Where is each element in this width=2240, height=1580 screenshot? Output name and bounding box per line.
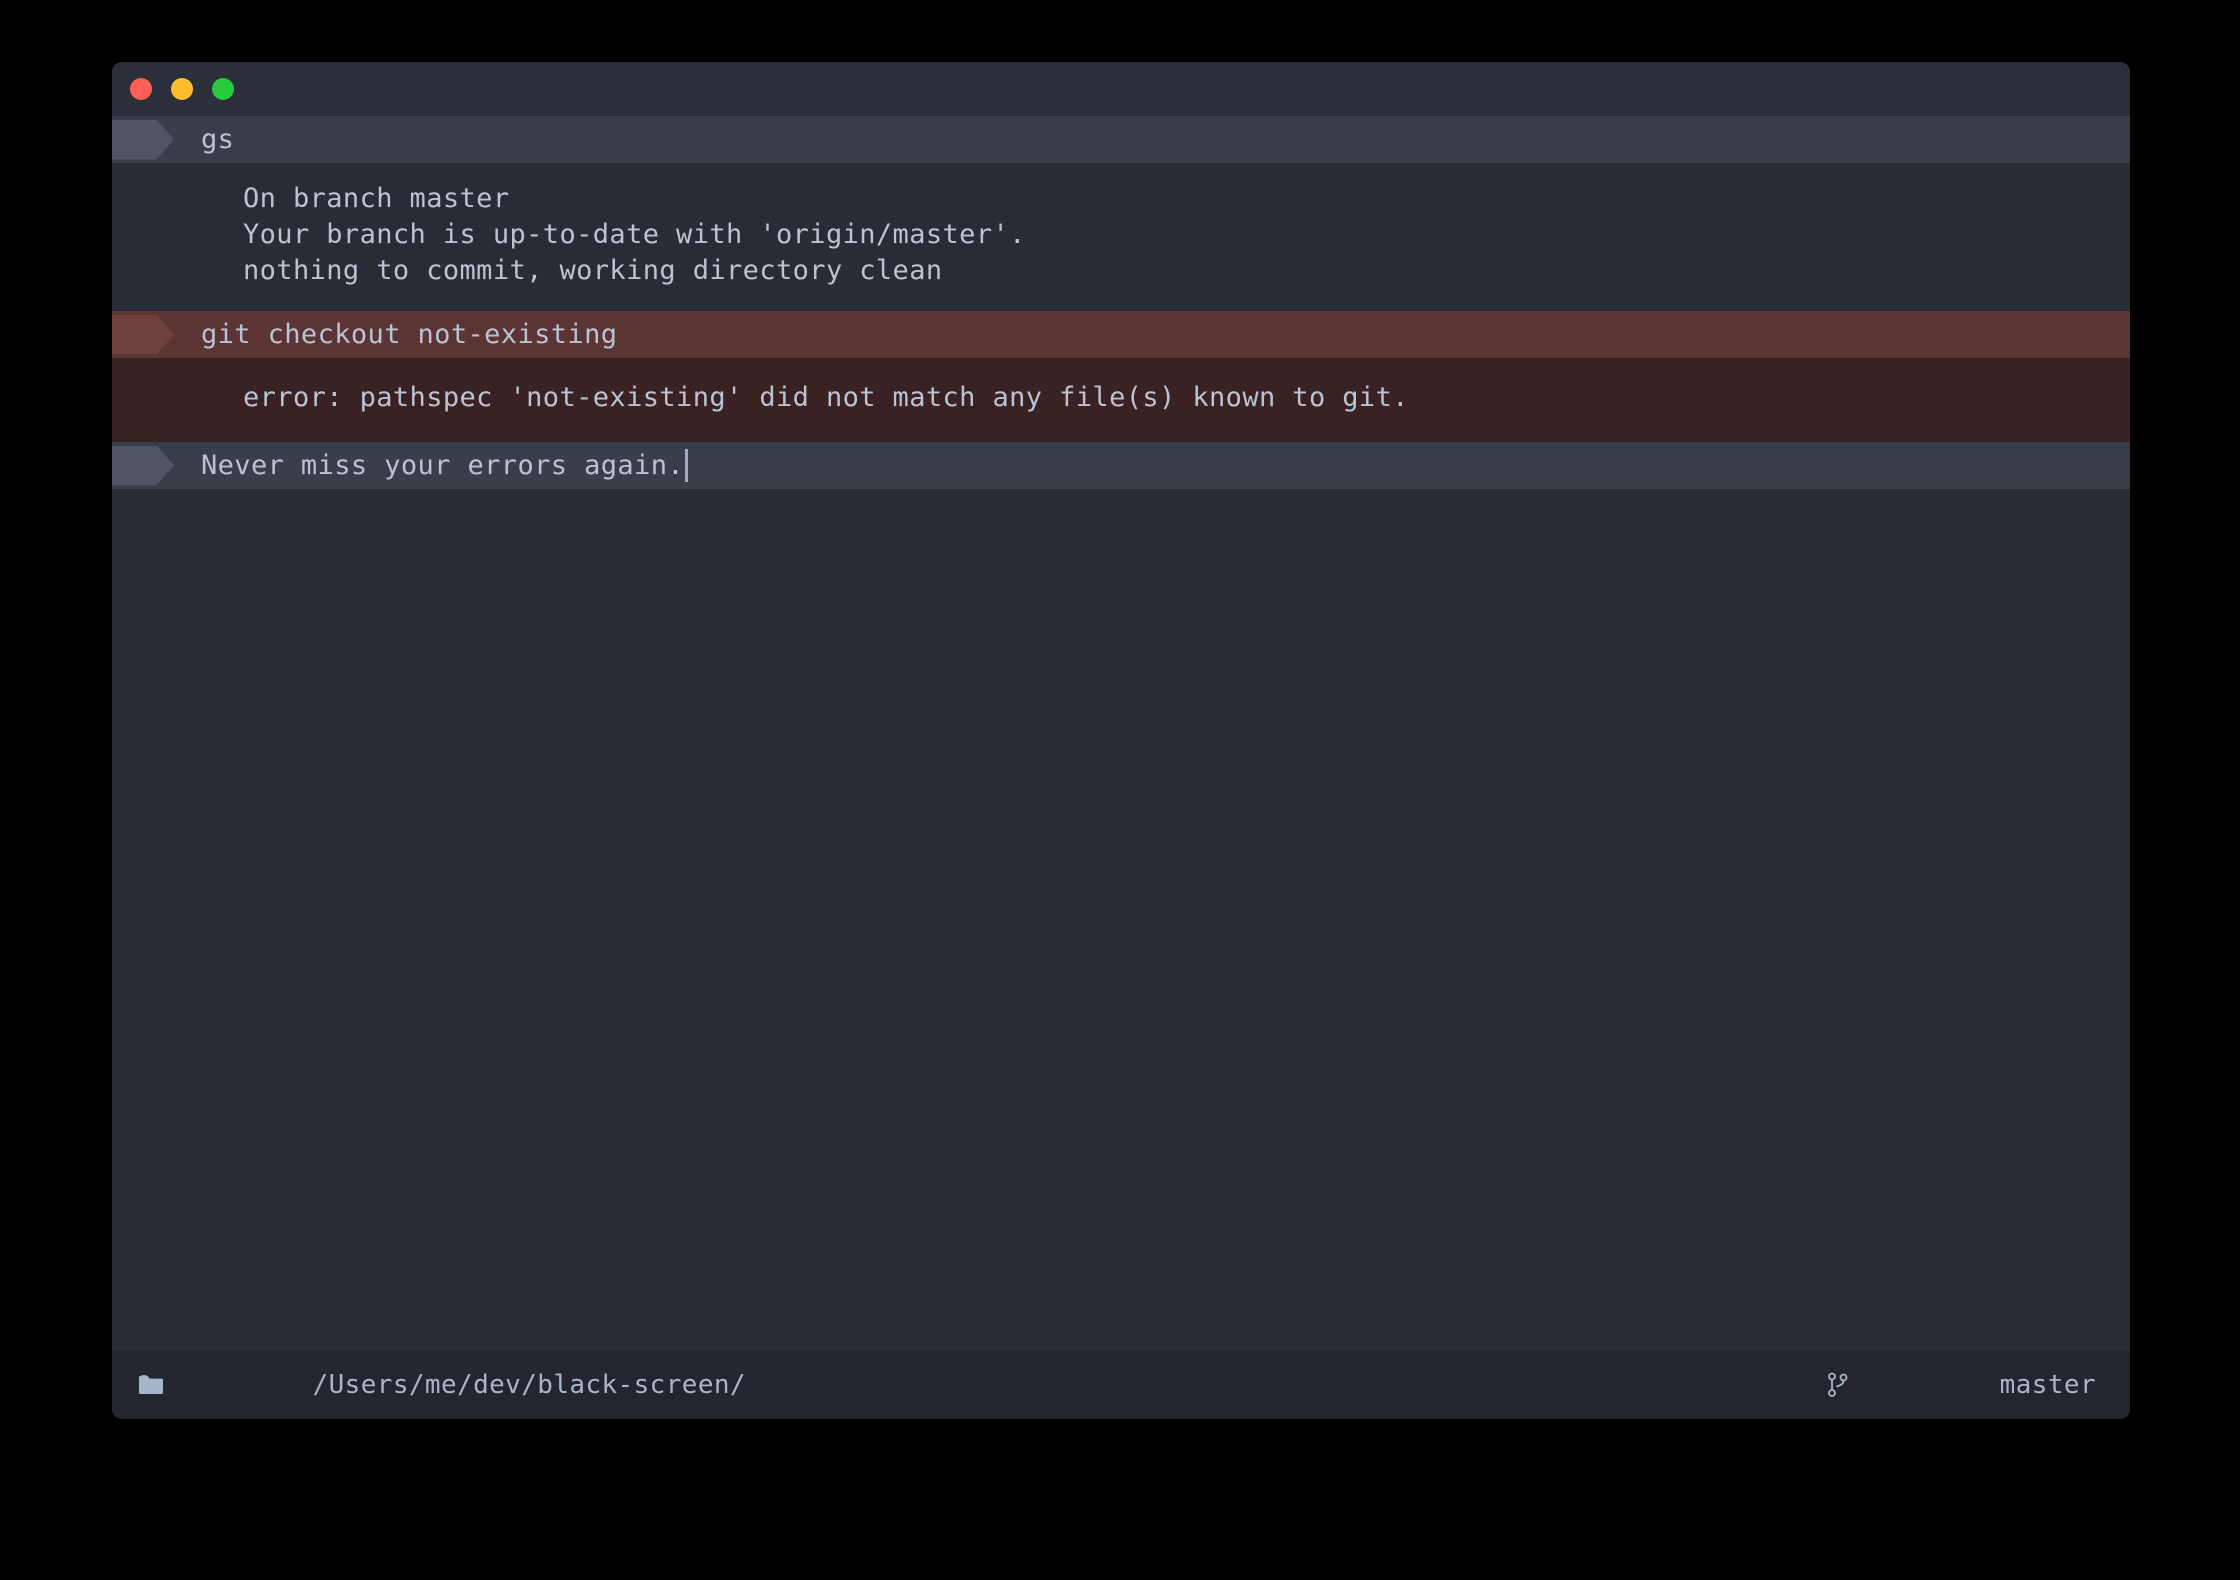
- output-line: Your branch is up-to-date with 'origin/m…: [112, 217, 2130, 253]
- desktop-background: gs On branch master Your branch is up-to…: [0, 0, 2240, 1580]
- error-output-line: error: pathspec 'not-existing' did not m…: [112, 380, 2130, 416]
- working-directory-path: /Users/me/dev/black-screen/: [313, 1370, 746, 1400]
- status-bar: /Users/me/dev/black-screen/ master: [112, 1351, 2130, 1419]
- prompt-arrow-icon: [112, 315, 174, 355]
- close-window-button[interactable]: [130, 78, 152, 100]
- terminal-output-area[interactable]: gs On branch master Your branch is up-to…: [112, 116, 2130, 1351]
- command-input-wrapper[interactable]: Never miss your errors again.: [201, 449, 688, 482]
- output-line: On branch master: [112, 181, 2130, 217]
- command-input[interactable]: Never miss your errors again.: [201, 452, 684, 479]
- terminal-error-output-block: error: pathspec 'not-existing' did not m…: [112, 358, 2130, 442]
- terminal-output-block: On branch master Your branch is up-to-da…: [112, 163, 2130, 311]
- window-title-bar: [112, 62, 2130, 116]
- prompt-arrow-icon: [112, 120, 174, 160]
- output-line: nothing to commit, working directory cle…: [112, 253, 2130, 289]
- terminal-window: gs On branch master Your branch is up-to…: [112, 62, 2130, 1419]
- terminal-command-row[interactable]: gs: [112, 116, 2130, 163]
- maximize-window-button[interactable]: [212, 78, 234, 100]
- terminal-command-row-error[interactable]: git checkout not-existing: [112, 311, 2130, 358]
- command-text: git checkout not-existing: [201, 321, 617, 348]
- command-text: gs: [201, 126, 234, 153]
- git-branch-name: master: [2000, 1370, 2096, 1400]
- terminal-input-row[interactable]: Never miss your errors again.: [112, 442, 2130, 489]
- text-cursor: [685, 449, 688, 482]
- minimize-window-button[interactable]: [171, 78, 193, 100]
- prompt-arrow-icon: [112, 446, 174, 486]
